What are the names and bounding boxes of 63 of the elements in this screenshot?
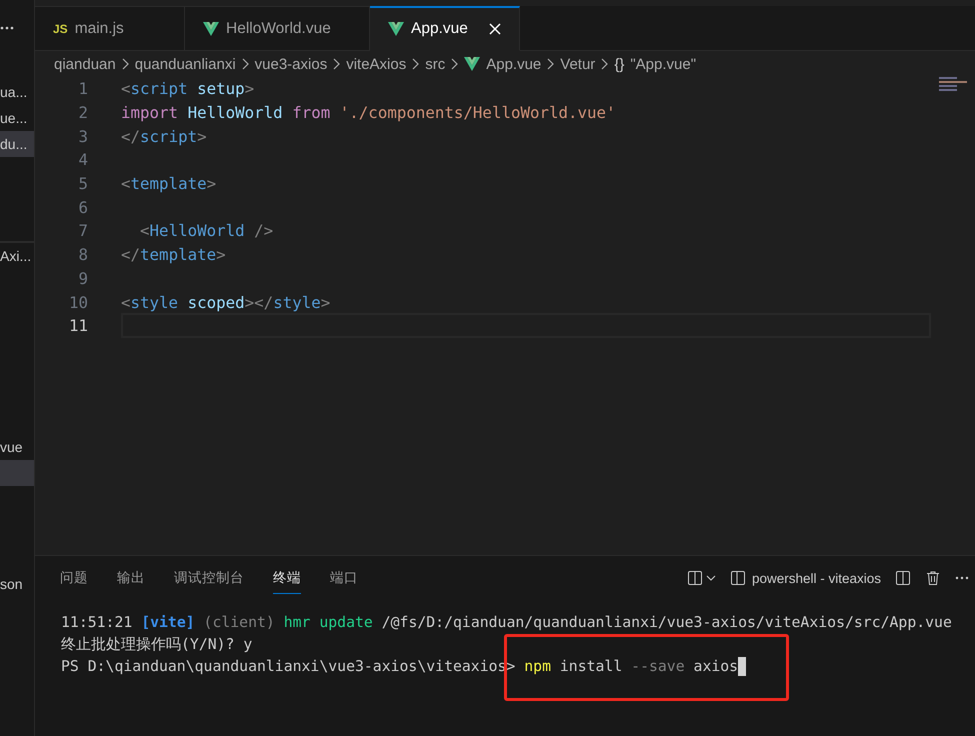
sidebar-item[interactable]: ua... [0,79,34,105]
code-line: <script setup> [121,79,254,98]
chevron-right-icon [242,58,249,70]
line-number: 8 [77,245,88,264]
more-icon[interactable] [955,576,969,580]
terminal-name[interactable]: powershell - viteaxios [752,570,881,586]
terminal-line: 终止批处理操作吗(Y/N)? y [61,635,254,655]
code-line: </template> [121,245,226,264]
code-line: </script> [121,126,207,146]
panel-tab[interactable]: 问题 [60,562,88,594]
more-icon[interactable] [0,26,14,30]
panel-tab[interactable]: 终端 [273,562,301,594]
panel-tab[interactable]: 输出 [117,562,145,594]
split-layout-icon[interactable] [686,570,703,586]
chevron-right-icon [122,58,129,70]
editor-tab[interactable]: App.vue [370,6,520,51]
editor-tab[interactable]: HelloWorld.vue [185,6,370,50]
breadcrumb-item[interactable]: viteAxios [346,56,406,72]
chevron-right-icon [547,58,554,70]
sidebar-item[interactable]: vue [0,434,34,460]
terminal-panel-icon [730,570,746,586]
vue-logo-icon [388,22,404,36]
breadcrumb-item[interactable]: quanduanlianxi [134,56,236,72]
minimap-drawing[interactable] [939,77,969,91]
line-number: 6 [77,198,88,217]
trash-icon[interactable] [925,570,941,586]
code-line: <template> [121,174,216,194]
line-number: 2 [77,103,88,122]
breadcrumb-item[interactable]: Vetur [560,56,596,72]
breadcrumb-item[interactable]: qianduan [54,56,116,72]
code-line: import HelloWorld from './components/HelloWorld.vue' [121,103,616,122]
sidebar-item[interactable]: son [0,571,34,597]
line-number: 11 [68,316,88,336]
panel-tab[interactable]: 端口 [330,562,358,594]
vue-logo-icon [203,22,219,36]
chevron-right-icon [412,58,420,70]
breadcrumb-item[interactable]: src [425,56,446,72]
sidebar-item[interactable]: Axi... [0,241,34,269]
breadcrumb-item[interactable]: "App.vue" [630,56,696,72]
braces-symbol: {} [614,56,624,72]
chevron-down-icon[interactable] [706,575,716,581]
close-icon[interactable] [488,23,501,35]
breadcrumb-item[interactable]: vue3-axios [254,56,328,72]
chevron-right-icon [601,58,608,70]
chevron-right-icon [333,58,340,70]
editor-tab[interactable]: JS main.js [35,6,185,50]
sidebar-item[interactable]: ue... [0,105,34,131]
line-number: 5 [77,174,88,194]
line-number: 7 [77,221,88,240]
line-number: 9 [77,268,88,288]
split-terminal-icon[interactable] [895,570,911,586]
code-line: <style scoped></style> [121,292,330,312]
line-number: 10 [68,292,88,312]
code-line: <HelloWorld /> [139,221,274,240]
terminal-line: 11:51:21 [vite] (client) hmr update /@fs/D:/qianduan/quanduanlianxi/vue3-axios/viteAxios/src/App.vue [61,613,953,633]
line-number: 1 [77,79,88,98]
breadcrumb-item[interactable]: App.vue [486,56,542,72]
sidebar-item[interactable]: du... [0,131,34,157]
line-number: 4 [77,150,88,170]
panel-tab[interactable]: 调试控制台 [174,562,244,594]
chevron-right-icon [451,58,458,70]
vue-logo-icon [464,57,480,71]
line-number: 3 [77,126,88,146]
